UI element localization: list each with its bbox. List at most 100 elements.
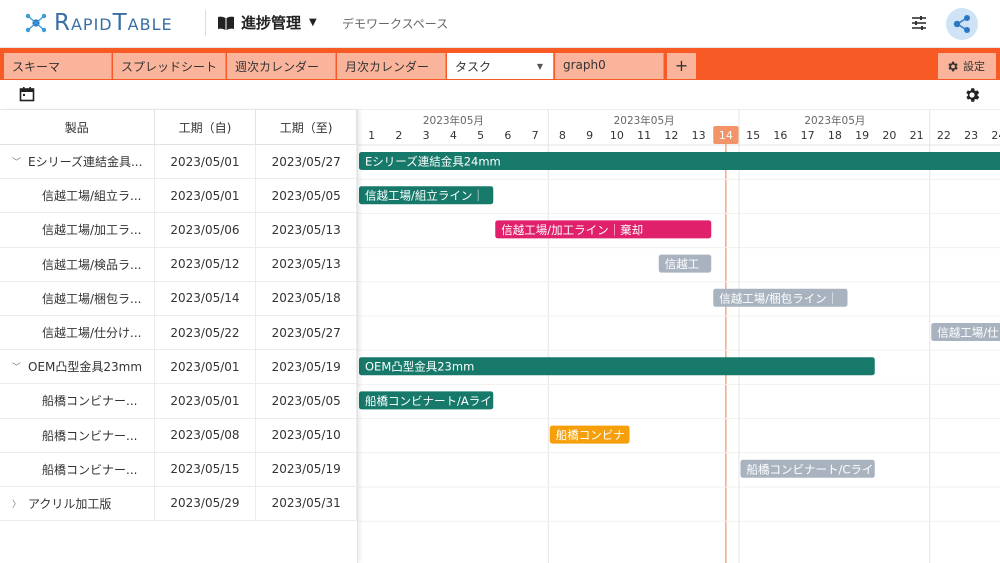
cell-start-date[interactable]: 2023/05/12 (155, 247, 257, 281)
header-divider (205, 10, 206, 36)
gantt-bar-label: 船橋コンビナート/Cライ (747, 462, 874, 476)
cell-end-date[interactable]: 2023/05/05 (256, 179, 357, 213)
tab-weekly-calendar[interactable]: 週次カレンダー (227, 53, 336, 79)
settings-label: 設定 (963, 60, 985, 73)
caret-down-icon[interactable]: ▼ (537, 62, 543, 71)
table-row[interactable]: 信越工場/梱包ラ... 2023/05/14 2023/05/18 (0, 281, 357, 316)
cell-product[interactable]: 信越工場/加工ラ... (0, 213, 155, 247)
cell-end-date[interactable]: 2023/05/19 (256, 350, 357, 384)
gantt-bar-label: 信越工場/加工ライン｜棄却 (501, 223, 643, 237)
table-row[interactable]: 船橋コンビナー... 2023/05/08 2023/05/10 (0, 418, 357, 453)
gantt-settings-icon[interactable] (963, 86, 981, 108)
cell-product[interactable]: 信越工場/梱包ラ... (0, 281, 155, 315)
calendar-icon[interactable] (19, 86, 35, 106)
table-row[interactable]: 〉アクリル加工版 2023/05/29 2023/05/31 (0, 486, 357, 522)
day-label: 17 (801, 129, 815, 142)
cell-start-date[interactable]: 2023/05/15 (155, 452, 257, 486)
table-body: ﹀ Eシリーズ連結金具... 2023/05/01 2023/05/27 信越工場/組立… (0, 145, 357, 522)
table-row[interactable]: 船橋コンビナー... 2023/05/15 2023/05/19 (0, 452, 357, 487)
workspace-name[interactable]: デモワークスペース (342, 15, 448, 32)
day-label: 14 (719, 129, 733, 142)
day-label: 11 (637, 129, 651, 142)
product-name: アクリル加工版 (28, 496, 112, 511)
day-label: 20 (882, 129, 896, 142)
table-row[interactable]: 信越工場/仕分け... 2023/05/22 2023/05/27 (0, 315, 357, 351)
month-label: 2023年05月 (423, 114, 484, 127)
chevron-down-icon[interactable]: ﹀ (12, 155, 26, 168)
cell-end-date[interactable]: 2023/05/27 (256, 315, 357, 350)
cell-start-date[interactable]: 2023/05/08 (155, 418, 257, 452)
tune-icon[interactable] (910, 14, 928, 36)
day-label: 4 (450, 129, 457, 142)
cell-product[interactable]: ﹀ OEM凸型金具23mm (0, 350, 155, 384)
product-name: 船橋コンビナー... (42, 428, 138, 443)
day-label: 7 (532, 129, 539, 142)
month-label: 2023年05月 (804, 114, 865, 127)
cell-start-date[interactable]: 2023/05/01 (155, 384, 257, 418)
column-header-product[interactable]: 製品 (0, 110, 155, 144)
cell-end-date[interactable]: 2023/05/13 (256, 213, 357, 247)
table-row[interactable]: 信越工場/加工ラ... 2023/05/06 2023/05/13 (0, 213, 357, 248)
cell-start-date[interactable]: 2023/05/01 (155, 350, 257, 384)
product-name: 信越工場/梱包ラ... (42, 291, 142, 306)
cell-product[interactable]: ﹀ Eシリーズ連結金具... (0, 145, 155, 179)
product-name: 信越工場/加工ラ... (42, 223, 142, 238)
gantt-toolbar (0, 80, 1000, 110)
task-table: 製品 工期（自) 工期（至) ﹀ Eシリーズ連結金具... 2023/05/01 20… (0, 110, 358, 563)
day-label: 5 (477, 129, 484, 142)
table-row[interactable]: 信越工場/検品ラ... 2023/05/12 2023/05/13 (0, 247, 357, 282)
tab-task-label: タスク (455, 60, 492, 74)
day-label: 23 (964, 129, 978, 142)
product-name: 信越工場/検品ラ... (42, 257, 142, 272)
cell-start-date[interactable]: 2023/05/22 (155, 315, 257, 350)
cell-end-date[interactable]: 2023/05/19 (256, 452, 357, 486)
cell-end-date[interactable]: 2023/05/13 (256, 247, 357, 281)
cell-product[interactable]: 信越工場/仕分け... (0, 315, 155, 350)
view-tabbar: スキーマ スプレッドシート 週次カレンダー 月次カレンダー タスク ▼ grap… (0, 48, 1000, 80)
cell-start-date[interactable]: 2023/05/01 (155, 145, 257, 179)
cell-product[interactable]: 船橋コンビナー... (0, 418, 155, 452)
table-row[interactable]: 船橋コンビナー... 2023/05/01 2023/05/05 (0, 384, 357, 419)
gear-icon (948, 61, 958, 71)
logo-icon (25, 13, 47, 33)
table-row[interactable]: ﹀ OEM凸型金具23mm 2023/05/01 2023/05/19 (0, 350, 357, 385)
column-header-end[interactable]: 工期（至) (256, 110, 357, 144)
tab-task[interactable]: タスク ▼ (447, 53, 554, 79)
product-name: 信越工場/仕分け... (42, 326, 142, 341)
cell-product[interactable]: 信越工場/組立ラ... (0, 179, 155, 213)
settings-button[interactable]: 設定 (938, 53, 996, 79)
tab-schema[interactable]: スキーマ (4, 53, 112, 79)
cell-end-date[interactable]: 2023/05/18 (256, 281, 357, 315)
tab-monthly-calendar[interactable]: 月次カレンダー (337, 53, 446, 79)
chevron-right-icon[interactable]: 〉 (12, 497, 26, 510)
chevron-down-icon: ▼ (309, 17, 317, 28)
chevron-down-icon[interactable]: ﹀ (12, 360, 26, 373)
cell-product[interactable]: 船橋コンビナー... (0, 452, 155, 486)
cell-start-date[interactable]: 2023/05/14 (155, 281, 257, 315)
day-label: 6 (504, 129, 511, 142)
cell-start-date[interactable]: 2023/05/01 (155, 179, 257, 213)
user-avatar[interactable] (946, 8, 978, 40)
day-label: 8 (559, 129, 566, 142)
product-name: 信越工場/組立ラ... (42, 189, 142, 204)
cell-product[interactable]: 船橋コンビナー... (0, 384, 155, 418)
table-row[interactable]: ﹀ Eシリーズ連結金具... 2023/05/01 2023/05/27 (0, 145, 357, 180)
cell-product[interactable]: 〉アクリル加工版 (0, 486, 155, 521)
column-header-start[interactable]: 工期（自) (155, 110, 257, 144)
add-tab-button[interactable]: + (667, 53, 696, 79)
app-logo[interactable]: RapidTable (24, 10, 173, 36)
cell-end-date[interactable]: 2023/05/31 (256, 486, 357, 521)
cell-end-date[interactable]: 2023/05/05 (256, 384, 357, 418)
cell-start-date[interactable]: 2023/05/29 (155, 486, 257, 521)
tab-spreadsheet[interactable]: スプレッドシート (113, 53, 226, 79)
cell-start-date[interactable]: 2023/05/06 (155, 213, 257, 247)
product-name: 船橋コンビナー... (42, 462, 138, 477)
cell-end-date[interactable]: 2023/05/27 (256, 145, 357, 179)
day-label: 12 (664, 129, 678, 142)
table-row[interactable]: 信越工場/組立ラ... 2023/05/01 2023/05/05 (0, 179, 357, 214)
gantt-bar-label: 船橋コンビナート/Aライ (365, 394, 492, 408)
cell-product[interactable]: 信越工場/検品ラ... (0, 247, 155, 281)
tab-graph0[interactable]: graph0 (555, 53, 664, 79)
cell-end-date[interactable]: 2023/05/10 (256, 418, 357, 452)
app-switcher[interactable]: 進捗管理 ▼ (217, 12, 317, 33)
